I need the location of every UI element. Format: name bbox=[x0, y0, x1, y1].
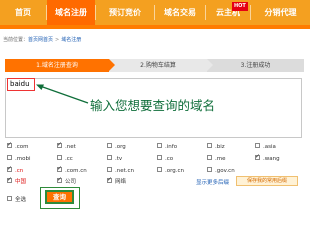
tld-option[interactable]: .biz bbox=[207, 143, 225, 152]
tld-option[interactable]: .tv bbox=[107, 155, 122, 164]
tld-option[interactable]: .com.cn bbox=[57, 165, 87, 176]
checkbox-checked-icon[interactable] bbox=[255, 153, 260, 161]
step-arrow bbox=[207, 59, 213, 71]
checkbox-checked-icon[interactable] bbox=[107, 176, 112, 184]
tld-label: .biz bbox=[215, 144, 225, 150]
tld-label: .me bbox=[215, 156, 226, 162]
nav-reseller[interactable]: 分销代理 bbox=[251, 0, 310, 25]
tld-label: .tv bbox=[115, 156, 123, 162]
tld-label: 中国 bbox=[15, 179, 27, 185]
tld-label: .mobi bbox=[15, 156, 31, 162]
checkbox-icon[interactable] bbox=[7, 155, 12, 160]
tld-option[interactable]: .cn bbox=[7, 165, 24, 176]
tld-label: 公司 bbox=[65, 179, 77, 185]
tld-option[interactable]: .com bbox=[7, 141, 29, 152]
checkbox-checked-icon[interactable] bbox=[7, 141, 12, 149]
search-value-highlight bbox=[7, 78, 35, 91]
checkbox-icon[interactable] bbox=[207, 155, 212, 160]
nav-domain-trading[interactable]: 域名交易 bbox=[155, 0, 205, 25]
hot-badge: HOT bbox=[232, 2, 248, 11]
tld-option[interactable]: .gov.cn bbox=[207, 167, 235, 176]
tld-option[interactable]: .cc bbox=[57, 155, 73, 164]
step-arrow bbox=[109, 59, 115, 71]
tld-label: .info bbox=[165, 144, 178, 150]
tld-option[interactable]: 中国 bbox=[7, 176, 27, 187]
checkbox-icon[interactable] bbox=[7, 196, 12, 201]
select-all-option[interactable]: 全选 bbox=[7, 196, 26, 205]
tld-label: .net.cn bbox=[115, 168, 135, 174]
tld-option[interactable]: .co bbox=[157, 155, 173, 164]
tld-option[interactable]: 公司 bbox=[57, 176, 77, 187]
tld-option[interactable]: .org bbox=[107, 143, 126, 152]
tld-label: .co bbox=[165, 156, 174, 162]
tld-label: .net bbox=[65, 144, 76, 150]
tld-option[interactable]: .info bbox=[157, 143, 177, 152]
annotation-text: 输入您想要查询的域名 bbox=[90, 98, 216, 113]
tld-option[interactable]: 网络 bbox=[107, 176, 127, 187]
checkbox-icon[interactable] bbox=[157, 155, 162, 160]
nav-domain-register[interactable]: 域名注册 bbox=[47, 0, 95, 25]
tld-option[interactable]: .mobi bbox=[7, 155, 31, 164]
tld-label: .org.cn bbox=[165, 168, 185, 174]
tld-option[interactable]: .net.cn bbox=[107, 167, 134, 176]
registration-steps: 1.域名注册查询 2.购物车结算 3.注册成功 bbox=[5, 59, 304, 72]
checkbox-checked-icon[interactable] bbox=[57, 141, 62, 149]
tld-option[interactable]: .asia bbox=[255, 143, 276, 152]
show-more-tlds-link[interactable]: 显示更多后缀 bbox=[196, 178, 229, 186]
checkbox-icon[interactable] bbox=[207, 167, 212, 172]
tld-label: 网络 bbox=[115, 179, 127, 185]
checkbox-checked-icon[interactable] bbox=[57, 176, 62, 184]
checkbox-icon[interactable] bbox=[255, 143, 260, 148]
query-button[interactable]: 查询 bbox=[45, 190, 74, 204]
nav-home[interactable]: 首页 bbox=[0, 0, 46, 25]
checkbox-checked-icon[interactable] bbox=[57, 165, 62, 173]
tld-option[interactable]: .me bbox=[207, 155, 226, 164]
top-nav-bar: 首页 域名注册 预订竞价 域名交易 云主机 HOT 分销代理 bbox=[0, 0, 310, 29]
checkbox-icon[interactable] bbox=[107, 167, 112, 172]
select-all-label: 全选 bbox=[15, 197, 27, 203]
tld-label: .gov.cn bbox=[215, 168, 235, 174]
step-domain-query: 1.域名注册查询 bbox=[5, 59, 109, 72]
tld-label: .wang bbox=[263, 156, 280, 162]
breadcrumb-current[interactable]: 域名注册 bbox=[61, 37, 81, 43]
tld-label: .org bbox=[115, 144, 126, 150]
save-common-tlds-button[interactable]: 保存我的常用后缀 bbox=[236, 176, 298, 186]
step-register-success: 3.注册成功 bbox=[207, 59, 304, 72]
breadcrumb-separator: > bbox=[55, 37, 60, 43]
tld-label: .cn bbox=[15, 168, 24, 174]
tld-label: .com.cn bbox=[65, 168, 87, 174]
checkbox-icon[interactable] bbox=[207, 143, 212, 148]
breadcrumb-home-link[interactable]: 首页网首页 bbox=[28, 37, 53, 43]
step-cart-checkout: 2.购物车结算 bbox=[109, 59, 207, 72]
checkbox-icon[interactable] bbox=[107, 155, 112, 160]
checkbox-checked-icon[interactable] bbox=[7, 165, 12, 173]
tld-label: .cc bbox=[65, 156, 73, 162]
nav-presale-bidding[interactable]: 预订竞价 bbox=[96, 0, 154, 25]
tld-label: .asia bbox=[263, 144, 276, 150]
checkbox-checked-icon[interactable] bbox=[7, 176, 12, 184]
tld-option[interactable]: .org.cn bbox=[157, 167, 184, 176]
tld-option[interactable]: .net bbox=[57, 141, 76, 152]
breadcrumb-prefix: 当前位置： bbox=[3, 37, 29, 43]
tld-label: .com bbox=[15, 144, 29, 150]
checkbox-icon[interactable] bbox=[157, 167, 162, 172]
breadcrumb: 当前位置：首页网首页 > 域名注册 bbox=[3, 36, 81, 43]
checkbox-icon[interactable] bbox=[157, 143, 162, 148]
tld-option[interactable]: .wang bbox=[255, 153, 280, 164]
checkbox-icon[interactable] bbox=[57, 155, 62, 160]
checkbox-icon[interactable] bbox=[107, 143, 112, 148]
